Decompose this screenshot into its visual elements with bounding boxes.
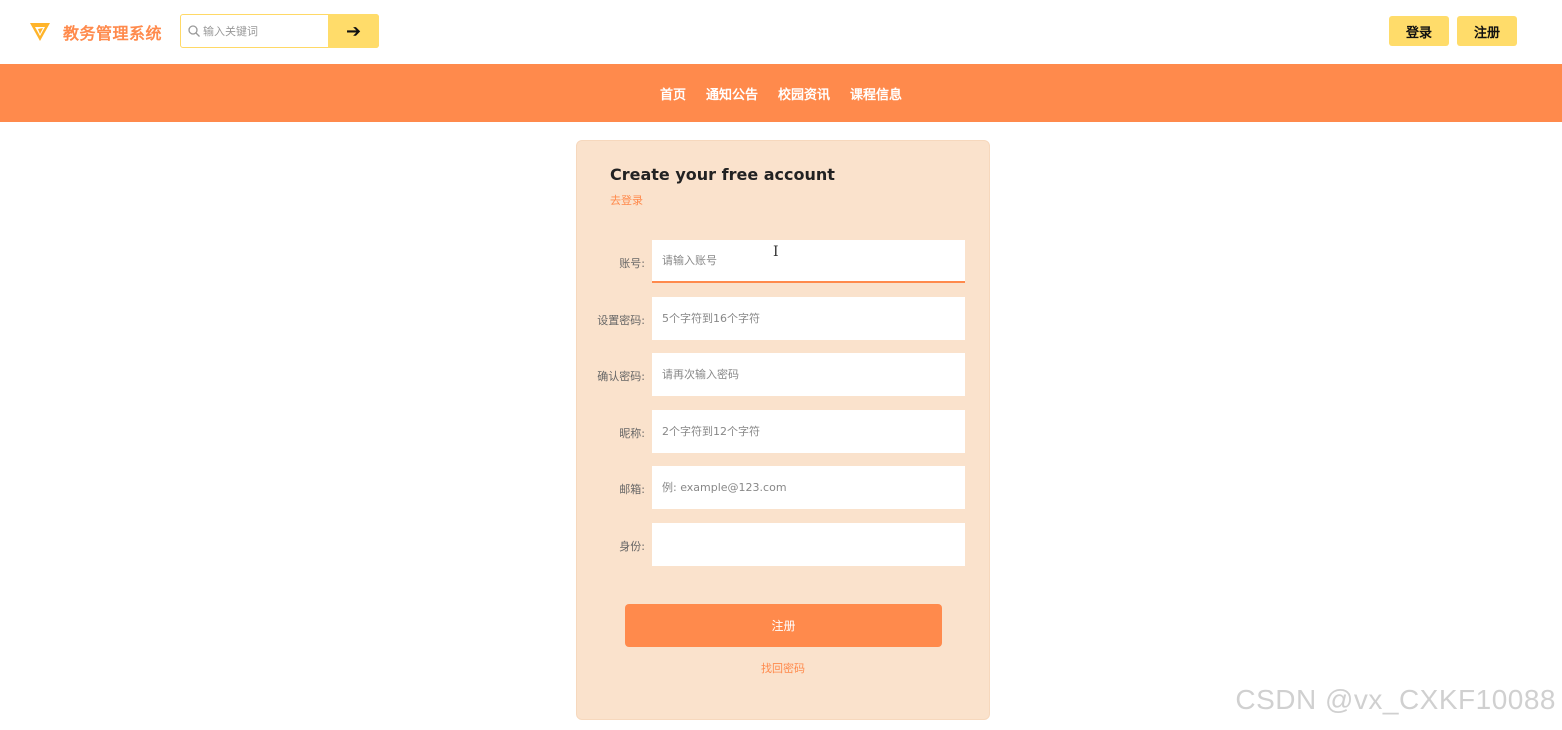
search-submit-button[interactable]: ➔ xyxy=(328,14,379,48)
watermark: CSDN @vx_CXKF10088 xyxy=(1235,684,1556,715)
confirm-password-label: 确认密码: xyxy=(597,370,645,383)
nav-item-campus-news[interactable]: 校园资讯 xyxy=(778,84,830,103)
nickname-input[interactable] xyxy=(652,410,965,453)
password-label: 设置密码: xyxy=(597,314,645,327)
paper-plane-logo-icon xyxy=(30,23,50,41)
go-login-link[interactable]: 去登录 xyxy=(610,192,643,208)
main-nav: 首页 通知公告 校园资讯 课程信息 xyxy=(0,64,1562,122)
account-input[interactable] xyxy=(652,240,965,283)
register-button[interactable]: 注册 xyxy=(1457,16,1517,46)
search-icon xyxy=(188,25,200,37)
email-input[interactable] xyxy=(652,466,965,509)
password-input[interactable] xyxy=(652,297,965,340)
confirm-password-input[interactable] xyxy=(652,353,965,396)
top-header: 教务管理系统 ➔ 登录 注册 xyxy=(0,0,1562,64)
identity-input[interactable] xyxy=(652,523,965,566)
nav-item-notices[interactable]: 通知公告 xyxy=(706,84,758,103)
text-cursor-icon: I xyxy=(773,244,779,260)
arrow-right-icon: ➔ xyxy=(345,20,362,42)
account-label: 账号: xyxy=(619,257,645,270)
form-title: Create your free account xyxy=(610,165,835,184)
register-form-card: Create your free account 去登录 账号: 设置密码: 确… xyxy=(576,140,990,720)
email-label: 邮箱: xyxy=(619,483,645,496)
identity-label: 身份: xyxy=(619,540,645,553)
nickname-label: 昵称: xyxy=(619,427,645,440)
search-box: ➔ xyxy=(180,14,379,48)
login-button[interactable]: 登录 xyxy=(1389,16,1449,46)
nav-item-courses[interactable]: 课程信息 xyxy=(850,84,902,103)
brand-title: 教务管理系统 xyxy=(63,24,163,43)
register-submit-button[interactable]: 注册 xyxy=(625,604,942,647)
forgot-password-link[interactable]: 找回密码 xyxy=(577,660,989,676)
nav-item-home[interactable]: 首页 xyxy=(660,84,686,103)
search-input[interactable] xyxy=(203,16,327,46)
